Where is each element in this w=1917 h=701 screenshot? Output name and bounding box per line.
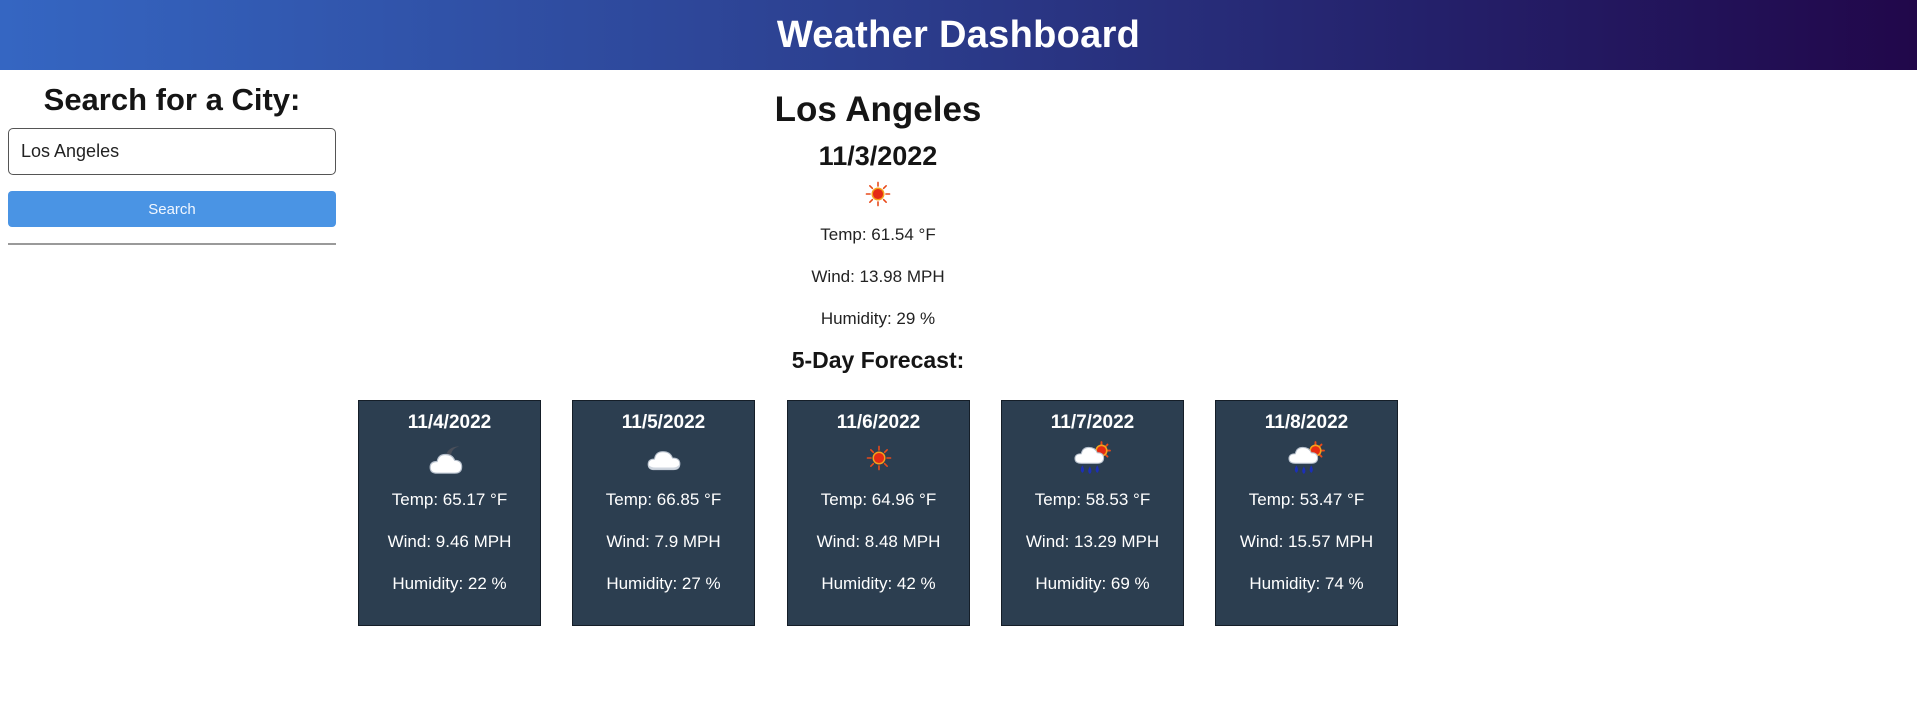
forecast-humidity: Humidity: 27 %: [606, 574, 721, 593]
forecast-humidity: Humidity: 69 %: [1035, 574, 1150, 593]
forecast-wind: Wind: 8.48 MPH: [816, 532, 941, 551]
forecast-humidity: Humidity: 74 %: [1249, 574, 1364, 593]
sun-icon: [866, 445, 891, 471]
forecast-humidity: Humidity: 22 %: [392, 574, 507, 593]
forecast-card: 11/8/2022 Temp: 53.47 °F Wind: 15.57 MPH…: [1215, 400, 1398, 626]
forecast-heading: 5-Day Forecast:: [791, 347, 965, 373]
forecast-temp: Temp: 53.47 °F: [1248, 490, 1365, 509]
search-heading: Search for a City:: [43, 82, 301, 117]
search-button[interactable]: Search: [8, 191, 336, 227]
forecast-card: 11/5/2022 Temp: 66.85 °F Wind: 7.9 MPH H…: [572, 400, 755, 626]
cloud-icon: [647, 451, 680, 471]
forecast-date: 11/7/2022: [1050, 412, 1135, 433]
forecast-temp: Temp: 64.96 °F: [820, 490, 937, 509]
forecast-wind: Wind: 9.46 MPH: [387, 532, 512, 551]
forecast-wind: Wind: 15.57 MPH: [1239, 532, 1374, 551]
forecast-temp: Temp: 65.17 °F: [391, 490, 508, 509]
current-city-name: Los Angeles: [774, 90, 982, 129]
current-wind: Wind: 13.98 MPH: [811, 267, 945, 286]
forecast-card: 11/7/2022 Temp: 58.53 °F Wind: 13.29 MPH…: [1001, 400, 1184, 626]
forecast-card: 11/4/2022 Temp: 65.17 °F Wind: 9.46 MPH …: [358, 400, 541, 626]
forecast-humidity: Humidity: 42 %: [821, 574, 936, 593]
search-sidebar: Search for a City: Search: [8, 78, 336, 245]
forecast-wind: Wind: 7.9 MPH: [606, 532, 721, 551]
current-temp: Temp: 61.54 °F: [820, 225, 936, 244]
current-humidity: Humidity: 29 %: [820, 309, 936, 328]
city-search-input[interactable]: [8, 128, 336, 175]
weather-main: Los Angeles 11/3/2022 Temp: 61.54 °F Win…: [358, 82, 1398, 626]
rain-sun-icon: [1073, 441, 1111, 475]
sun-icon: [865, 181, 891, 207]
forecast-temp: Temp: 66.85 °F: [605, 490, 722, 509]
forecast-date: 11/4/2022: [407, 412, 492, 433]
forecast-temp: Temp: 58.53 °F: [1034, 490, 1151, 509]
partly-cloudy-night-icon: [429, 445, 463, 474]
app-title: Weather Dashboard: [776, 13, 1141, 56]
forecast-wind: Wind: 13.29 MPH: [1025, 532, 1160, 551]
sidebar-divider: [8, 243, 336, 245]
forecast-date: 11/6/2022: [836, 412, 921, 433]
forecast-date: 11/8/2022: [1264, 412, 1349, 433]
forecast-card: 11/6/2022 Temp: 64.96 °F Wind: 8.48 MPH …: [787, 400, 970, 626]
rain-sun-icon: [1287, 441, 1325, 475]
app-header: Weather Dashboard: [0, 0, 1917, 70]
forecast-list: 11/4/2022 Temp: 65.17 °F Wind: 9.46 MPH …: [358, 400, 1398, 630]
forecast-date: 11/5/2022: [621, 412, 706, 433]
current-date: 11/3/2022: [818, 141, 938, 171]
